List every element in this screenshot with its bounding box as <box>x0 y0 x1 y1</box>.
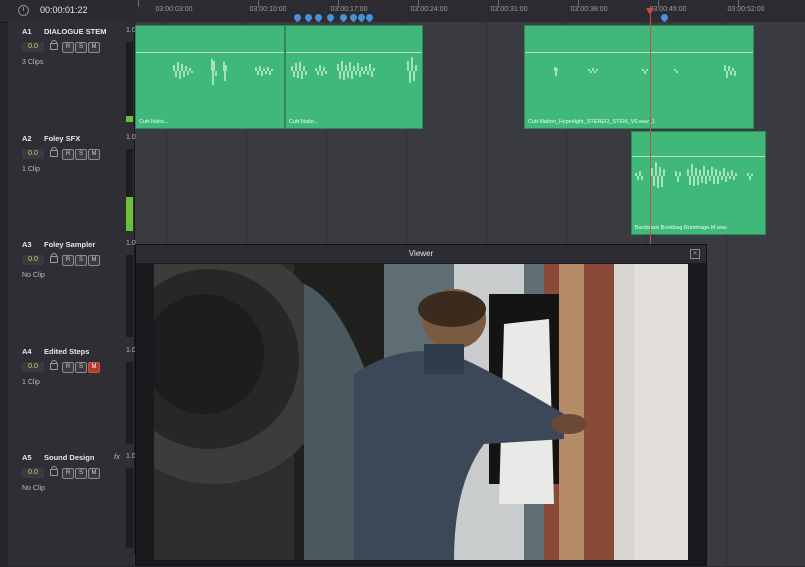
track-id: A5 <box>22 453 32 462</box>
ruler-tick-label: 03:00:52:00 <box>727 6 765 13</box>
track-header-a2[interactable]: A2 Foley SFX 1.0 0.0 R S M 1 Clip <box>8 129 136 236</box>
track-name[interactable]: Sound Design <box>44 453 94 462</box>
track-header-a4[interactable]: A4 Edited Steps 1.0 0.0 R S M 1 Clip <box>8 342 136 449</box>
ruler-tick-label: 03:00:24:00 <box>410 6 448 13</box>
track-name[interactable]: Foley SFX <box>44 134 80 143</box>
video-frame-image <box>154 264 688 560</box>
timeline-marker[interactable] <box>364 12 375 23</box>
fx-indicator[interactable]: fx <box>114 452 120 461</box>
mute-button[interactable]: M <box>88 42 100 53</box>
lock-icon[interactable] <box>50 360 58 370</box>
viewer-window[interactable]: Viewer ✕ <box>135 244 707 566</box>
clock-icon <box>18 5 29 16</box>
viewer-title[interactable]: Viewer <box>136 245 706 263</box>
solo-button[interactable]: S <box>75 255 87 266</box>
clip-count: 1 Clip <box>22 379 40 386</box>
track-header-a5[interactable]: A5 Sound Design fx 1.0 0.0 R S M No Clip <box>8 448 136 554</box>
viewer-close-icon[interactable]: ✕ <box>690 249 700 259</box>
solo-button[interactable]: S <box>75 149 87 160</box>
timeline-marker[interactable] <box>303 12 314 23</box>
clip-count: 3 Clips <box>22 59 44 66</box>
ruler-tick-label: 03:00:31:00 <box>490 6 528 13</box>
lock-icon[interactable] <box>50 40 58 50</box>
waveform <box>554 65 736 78</box>
ruler-tick-label: 03:00:38:00 <box>570 6 608 13</box>
level-meter <box>126 149 133 231</box>
volume-field[interactable]: 0.0 <box>22 149 44 159</box>
waveform <box>173 59 273 85</box>
track-level: 1.0 <box>126 134 136 141</box>
clip-name: Backtrack Bookbag Rummage.M.wav <box>635 225 727 231</box>
clip-count: No Clip <box>22 485 45 492</box>
track-header-footer <box>8 553 134 566</box>
solo-button[interactable]: S <box>75 42 87 53</box>
record-button[interactable]: R <box>62 468 74 479</box>
record-button[interactable]: R <box>62 362 74 373</box>
lock-icon[interactable] <box>50 147 58 157</box>
track-id: A1 <box>22 27 32 36</box>
track-header-a1[interactable]: A1 DIALOGUE STEM 1.0 0.0 R S M 3 Clips <box>8 22 136 130</box>
clip-name: Cutt-Natio... <box>139 119 169 125</box>
mute-button[interactable]: M <box>88 149 100 160</box>
timeline-ruler[interactable]: 03:00:03:00 03:00:10:00 03:00:17:00 03:0… <box>134 0 805 23</box>
ruler-tick <box>138 0 139 7</box>
meter-fill <box>126 115 133 122</box>
volume-field[interactable]: 0.0 <box>22 255 44 265</box>
level-meter <box>126 255 133 337</box>
clip-count: No Clip <box>22 272 45 279</box>
mute-button[interactable]: M <box>88 255 100 266</box>
viewer-video-frame <box>154 264 688 560</box>
timecode-display[interactable]: 00:00:01:22 <box>40 5 88 15</box>
track-name[interactable]: Edited Steps <box>44 347 89 356</box>
clip-name: Cutt-Nation_Hyperlight_STEREO_STEM_V0.wa… <box>528 119 655 125</box>
solo-button[interactable]: S <box>75 362 87 373</box>
record-button[interactable]: R <box>62 149 74 160</box>
record-button[interactable]: R <box>62 255 74 266</box>
audio-clip[interactable]: Cutt-Natio... <box>135 25 285 129</box>
timeline-marker[interactable] <box>338 12 349 23</box>
audio-clip[interactable]: Cutt-Natio... <box>285 25 423 129</box>
timeline-marker[interactable] <box>659 12 670 23</box>
volume-field[interactable]: 0.0 <box>22 42 44 52</box>
timecode-bar: 00:00:01:22 <box>0 0 134 23</box>
ruler-tick-label: 03:00:45:00 <box>649 6 687 13</box>
audio-clip[interactable]: Cutt-Nation_Hyperlight_STEREO_STEM_V0.wa… <box>524 25 754 129</box>
track-id: A2 <box>22 134 32 143</box>
timeline-marker[interactable] <box>292 12 303 23</box>
lock-icon[interactable] <box>50 466 58 476</box>
track-id: A3 <box>22 240 32 249</box>
solo-button[interactable]: S <box>75 468 87 479</box>
lock-icon[interactable] <box>50 253 58 263</box>
ruler-tick-label: 03:00:03:00 <box>155 6 193 13</box>
meter-fill <box>126 196 133 231</box>
mute-button[interactable]: M <box>88 468 100 479</box>
record-button[interactable]: R <box>62 42 74 53</box>
timeline-marker[interactable] <box>313 12 324 23</box>
ruler-tick-label: 03:00:10:00 <box>249 6 287 13</box>
track-header-a3[interactable]: A3 Foley Sampler 1.0 0.0 R S M No Clip <box>8 235 136 343</box>
mute-button[interactable]: M <box>88 362 100 373</box>
level-meter <box>126 42 133 122</box>
ruler-tick-label: 03:00:17:00 <box>330 6 368 13</box>
level-meter <box>126 362 133 444</box>
clip-count: 1 Clip <box>22 166 40 173</box>
waveform <box>635 162 753 188</box>
clip-name: Cutt-Natio... <box>289 119 319 125</box>
track-id: A4 <box>22 347 32 356</box>
level-meter <box>126 468 133 548</box>
audio-clip[interactable]: Backtrack Bookbag Rummage.M.wav <box>631 131 766 235</box>
volume-field[interactable]: 0.0 <box>22 362 44 372</box>
timeline-marker[interactable] <box>325 12 336 23</box>
waveform <box>291 57 417 83</box>
track-name[interactable]: DIALOGUE STEM <box>44 27 107 36</box>
track-name[interactable]: Foley Sampler <box>44 240 95 249</box>
volume-field[interactable]: 0.0 <box>22 468 44 478</box>
